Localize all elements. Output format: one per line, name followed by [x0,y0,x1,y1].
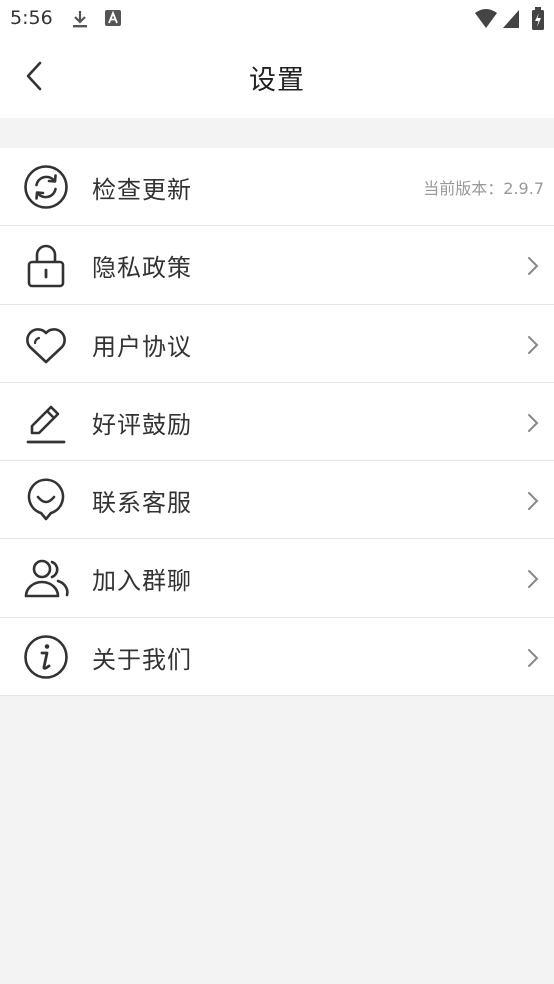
chevron-right-icon [526,255,540,277]
row-label: 隐私政策 [92,254,192,283]
customer-service-row[interactable]: 联系客服 [0,461,554,540]
refresh-icon [22,163,70,211]
status-bar: 5:56 [0,0,554,38]
download-icon [70,9,90,33]
user-agreement-row[interactable]: 用户协议 [0,304,554,383]
rate-us-row[interactable]: 好评鼓励 [0,382,554,462]
pen-icon [22,398,70,446]
a-notification-icon [104,9,122,31]
heart-icon [22,320,70,368]
chevron-right-icon [526,412,540,434]
cell-signal-icon [502,9,520,33]
join-group-row[interactable]: 加入群聊 [0,539,554,618]
chevron-right-icon [526,647,540,669]
status-time: 5:56 [10,7,53,29]
info-icon [22,633,70,681]
group-icon [22,554,70,602]
row-label: 关于我们 [92,645,192,674]
customer-service-icon [22,476,70,524]
top-bar: 设置 [0,38,554,118]
privacy-policy-row[interactable]: 隐私政策 [0,226,554,305]
chevron-right-icon [526,490,540,512]
wifi-icon [474,9,498,33]
row-label: 联系客服 [92,489,192,518]
settings-list: 检查更新 当前版本：2.9.7 隐私政策 用户协议 好评鼓励 联系客服 加入群聊… [0,148,554,697]
page-title: 设置 [249,65,305,96]
check-update-row[interactable]: 检查更新 当前版本：2.9.7 [0,148,554,227]
version-text: 当前版本：2.9.7 [423,179,544,198]
lock-icon [22,241,70,289]
row-label: 好评鼓励 [92,410,192,439]
battery-icon [531,7,545,35]
chevron-right-icon [526,568,540,590]
row-label: 用户协议 [92,332,192,361]
about-us-row[interactable]: 关于我们 [0,617,554,697]
chevron-right-icon [526,334,540,356]
row-label: 加入群聊 [92,567,192,596]
row-label: 检查更新 [92,176,192,204]
